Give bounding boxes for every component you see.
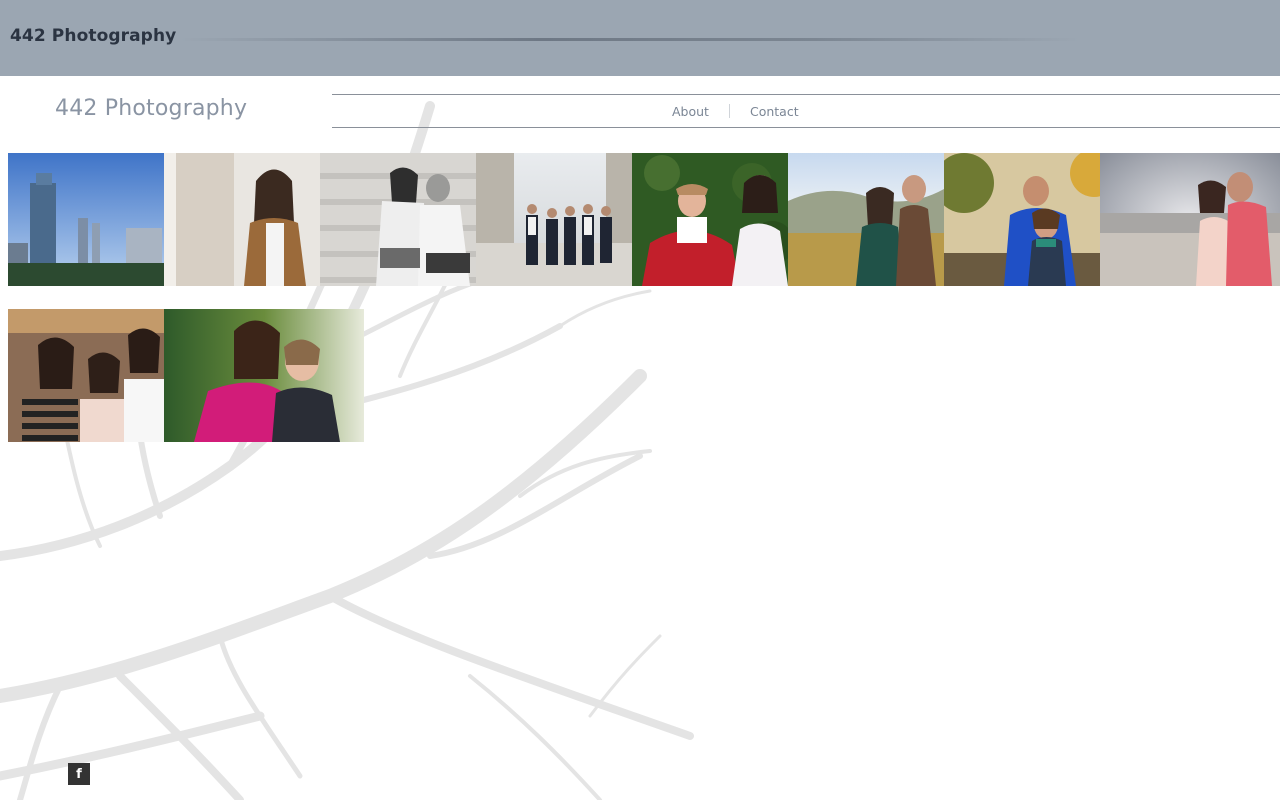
photo-thumbnail-family-plaza[interactable] — [476, 153, 632, 286]
site-logo[interactable]: 442 Photography — [55, 96, 247, 121]
photo-thumbnail-skyline[interactable] — [8, 153, 164, 286]
nav-contact[interactable]: Contact — [740, 104, 809, 119]
photo-thumbnail-baby-girl[interactable] — [632, 153, 788, 286]
photo-thumbnail-couple-vineyard[interactable] — [788, 153, 944, 286]
photo-thumbnail-two-kids[interactable] — [164, 309, 364, 442]
photo-thumbnail-couple-beach[interactable] — [1100, 153, 1280, 286]
photo-thumbnail-three-sisters[interactable] — [8, 309, 164, 442]
photo-thumbnail-couple-steps[interactable] — [320, 153, 476, 286]
nav-about[interactable]: About — [662, 104, 719, 119]
facebook-icon[interactable]: f — [68, 763, 90, 785]
main-nav: About Contact — [332, 94, 1280, 128]
top-banner: 442 Photography — [0, 0, 1280, 76]
banner-divider — [180, 38, 1080, 41]
banner-title: 442 Photography — [10, 26, 177, 46]
photo-thumbnail-couple-hug[interactable] — [944, 153, 1100, 286]
nav-separator — [728, 104, 730, 118]
photo-thumbnail-woman-leopard[interactable] — [164, 153, 320, 286]
